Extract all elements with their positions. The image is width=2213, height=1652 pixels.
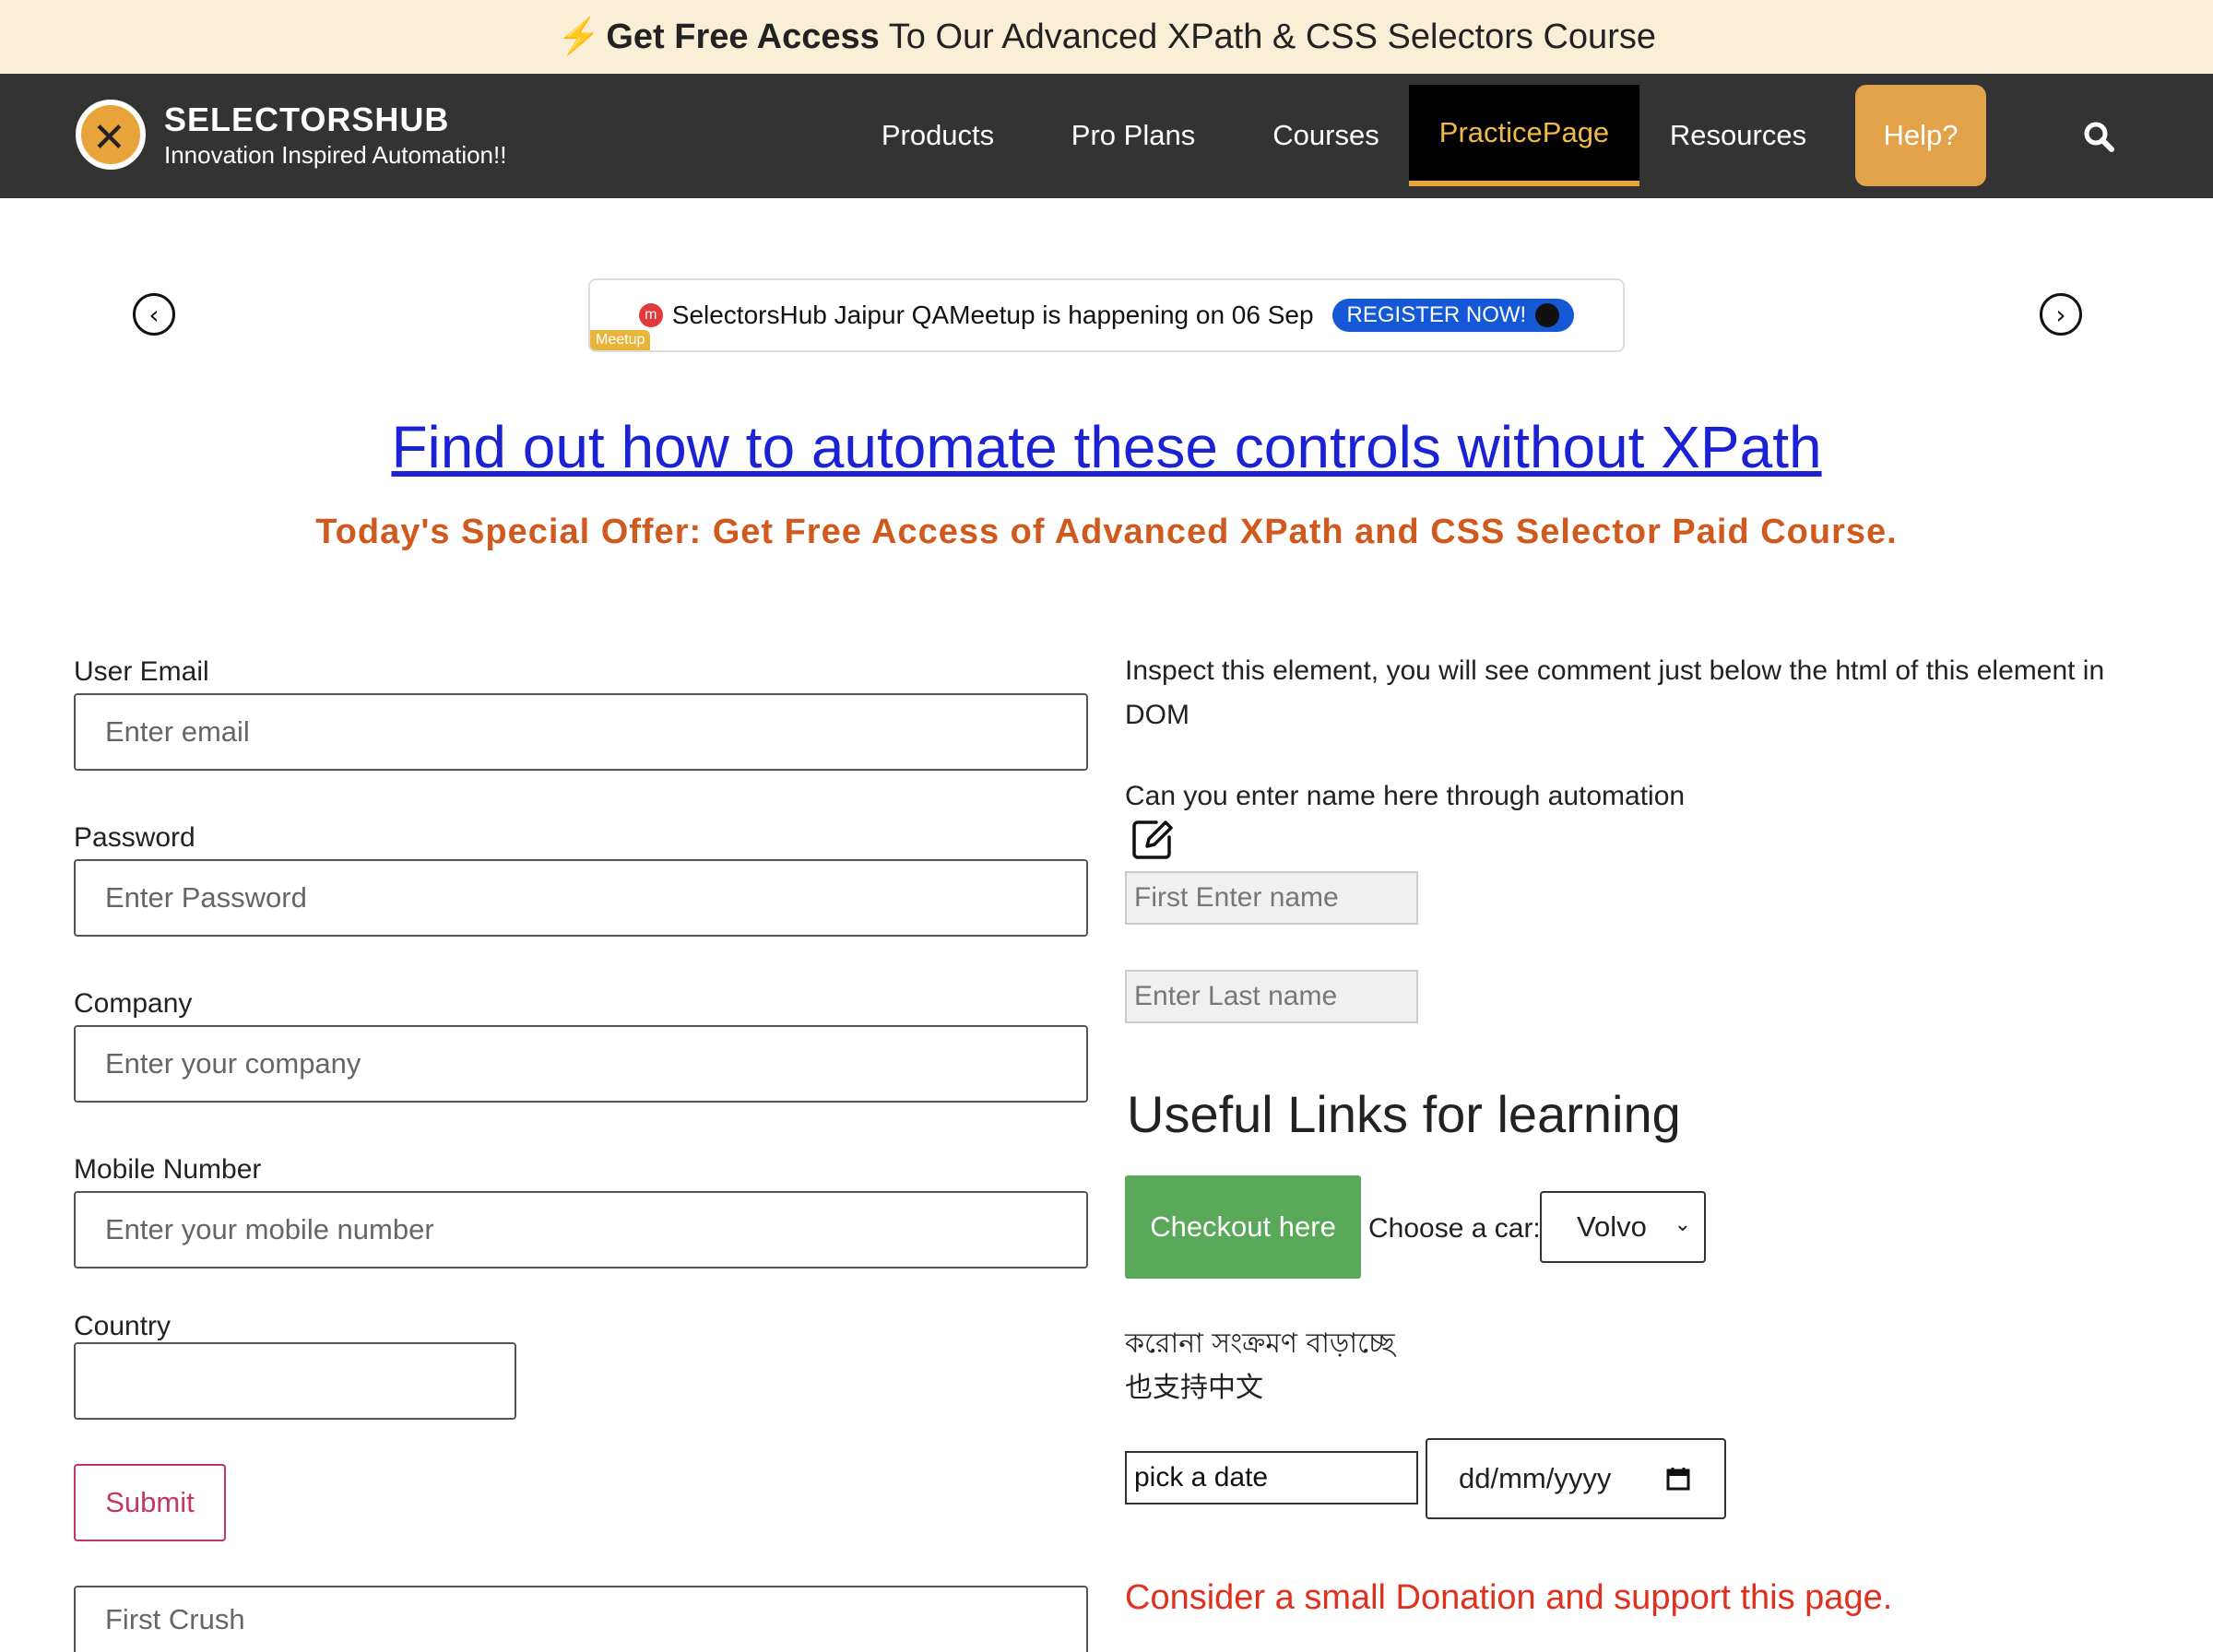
password-field[interactable] bbox=[74, 859, 1088, 937]
company-label: Company bbox=[74, 988, 193, 1019]
email-field[interactable] bbox=[74, 693, 1088, 771]
useful-links-heading: Useful Links for learning bbox=[1127, 1085, 1681, 1143]
lightning-icon: ⚡ bbox=[557, 18, 601, 56]
nav-item-courses[interactable]: Courses bbox=[1245, 85, 1407, 186]
last-name-field[interactable] bbox=[1125, 970, 1418, 1023]
special-offer-text: Today's Special Offer: Get Free Access o… bbox=[315, 513, 1898, 551]
car-label: Choose a car: bbox=[1368, 1213, 1541, 1244]
brand-logo-link[interactable]: ✕ SELECTORSHUB Innovation Inspired Autom… bbox=[76, 100, 506, 170]
email-label: User Email bbox=[74, 656, 209, 687]
chevron-down-icon: ⌄ bbox=[1674, 1213, 1691, 1236]
checkout-button[interactable]: Checkout here bbox=[1125, 1175, 1361, 1279]
search-icon[interactable] bbox=[2082, 120, 2115, 153]
meetup-banner[interactable]: Meetup m SelectorsHub Jaipur QAMeetup is… bbox=[588, 278, 1625, 352]
first-name-field[interactable] bbox=[1125, 871, 1418, 925]
name-prompt-text: Can you enter name here through automati… bbox=[1125, 781, 1686, 811]
pick-date-field[interactable] bbox=[1125, 1451, 1418, 1504]
nav-item-resources[interactable]: Resources bbox=[1651, 85, 1826, 186]
bengali-text: করোনা সংক্রমণ বাড়াচ্ছে bbox=[1125, 1328, 1395, 1360]
chevron-left-icon[interactable]: ‹ bbox=[133, 293, 175, 336]
car-selected-value: Volvo bbox=[1577, 1210, 1647, 1243]
register-button[interactable]: REGISTER NOW! bbox=[1331, 299, 1575, 332]
chinese-text: 也支持中文 bbox=[1125, 1372, 1263, 1404]
meetup-icon: m bbox=[638, 303, 663, 327]
brand-tagline: Innovation Inspired Automation!! bbox=[164, 140, 507, 169]
country-label: Country bbox=[74, 1311, 172, 1341]
promo-text: To Our Advanced XPath & CSS Selectors Co… bbox=[888, 17, 1656, 56]
automate-headline-link[interactable]: Find out how to automate these controls … bbox=[0, 413, 2213, 481]
chevron-right-icon[interactable]: › bbox=[2040, 293, 2082, 336]
logo-x-icon: ✕ bbox=[76, 100, 146, 170]
register-button-label: REGISTER NOW! bbox=[1346, 302, 1527, 327]
submit-button[interactable]: Submit bbox=[74, 1464, 226, 1541]
promo-strong-text: Get Free Access bbox=[606, 17, 880, 56]
car-select[interactable]: Volvo ⌄ bbox=[1540, 1191, 1706, 1263]
nav-item-products[interactable]: Products bbox=[850, 85, 1025, 186]
donation-link[interactable]: Consider a small Donation and support th… bbox=[1125, 1578, 1892, 1618]
inspect-text: Inspect this element, you will see comme… bbox=[1125, 655, 2105, 730]
company-field[interactable] bbox=[74, 1025, 1088, 1103]
password-label: Password bbox=[74, 822, 195, 853]
mobile-field[interactable] bbox=[74, 1191, 1088, 1268]
first-crush-field[interactable] bbox=[74, 1586, 1088, 1652]
country-field[interactable] bbox=[74, 1342, 516, 1420]
brand-name: SELECTORSHUB bbox=[164, 100, 450, 138]
date-picker-placeholder: dd/mm/yyyy bbox=[1459, 1462, 1612, 1494]
mobile-label: Mobile Number bbox=[74, 1154, 262, 1185]
nav-item-practice-page[interactable]: PracticePage bbox=[1409, 85, 1639, 186]
meetup-tag: Meetup bbox=[590, 330, 651, 350]
cursor-icon bbox=[1535, 303, 1560, 327]
main-navbar: ✕ SELECTORSHUB Innovation Inspired Autom… bbox=[0, 74, 2213, 198]
promo-bar[interactable]: ⚡ Get Free Access To Our Advanced XPath … bbox=[0, 0, 2213, 74]
nav-item-help[interactable]: Help? bbox=[1855, 85, 1986, 186]
nav-item-pro-plans[interactable]: Pro Plans bbox=[1047, 85, 1219, 186]
edit-icon bbox=[1132, 820, 1173, 859]
calendar-icon[interactable] bbox=[1665, 1466, 1691, 1492]
banner-text: SelectorsHub Jaipur QAMeetup is happenin… bbox=[671, 301, 1314, 329]
date-picker-field[interactable]: dd/mm/yyyy bbox=[1426, 1438, 1726, 1519]
